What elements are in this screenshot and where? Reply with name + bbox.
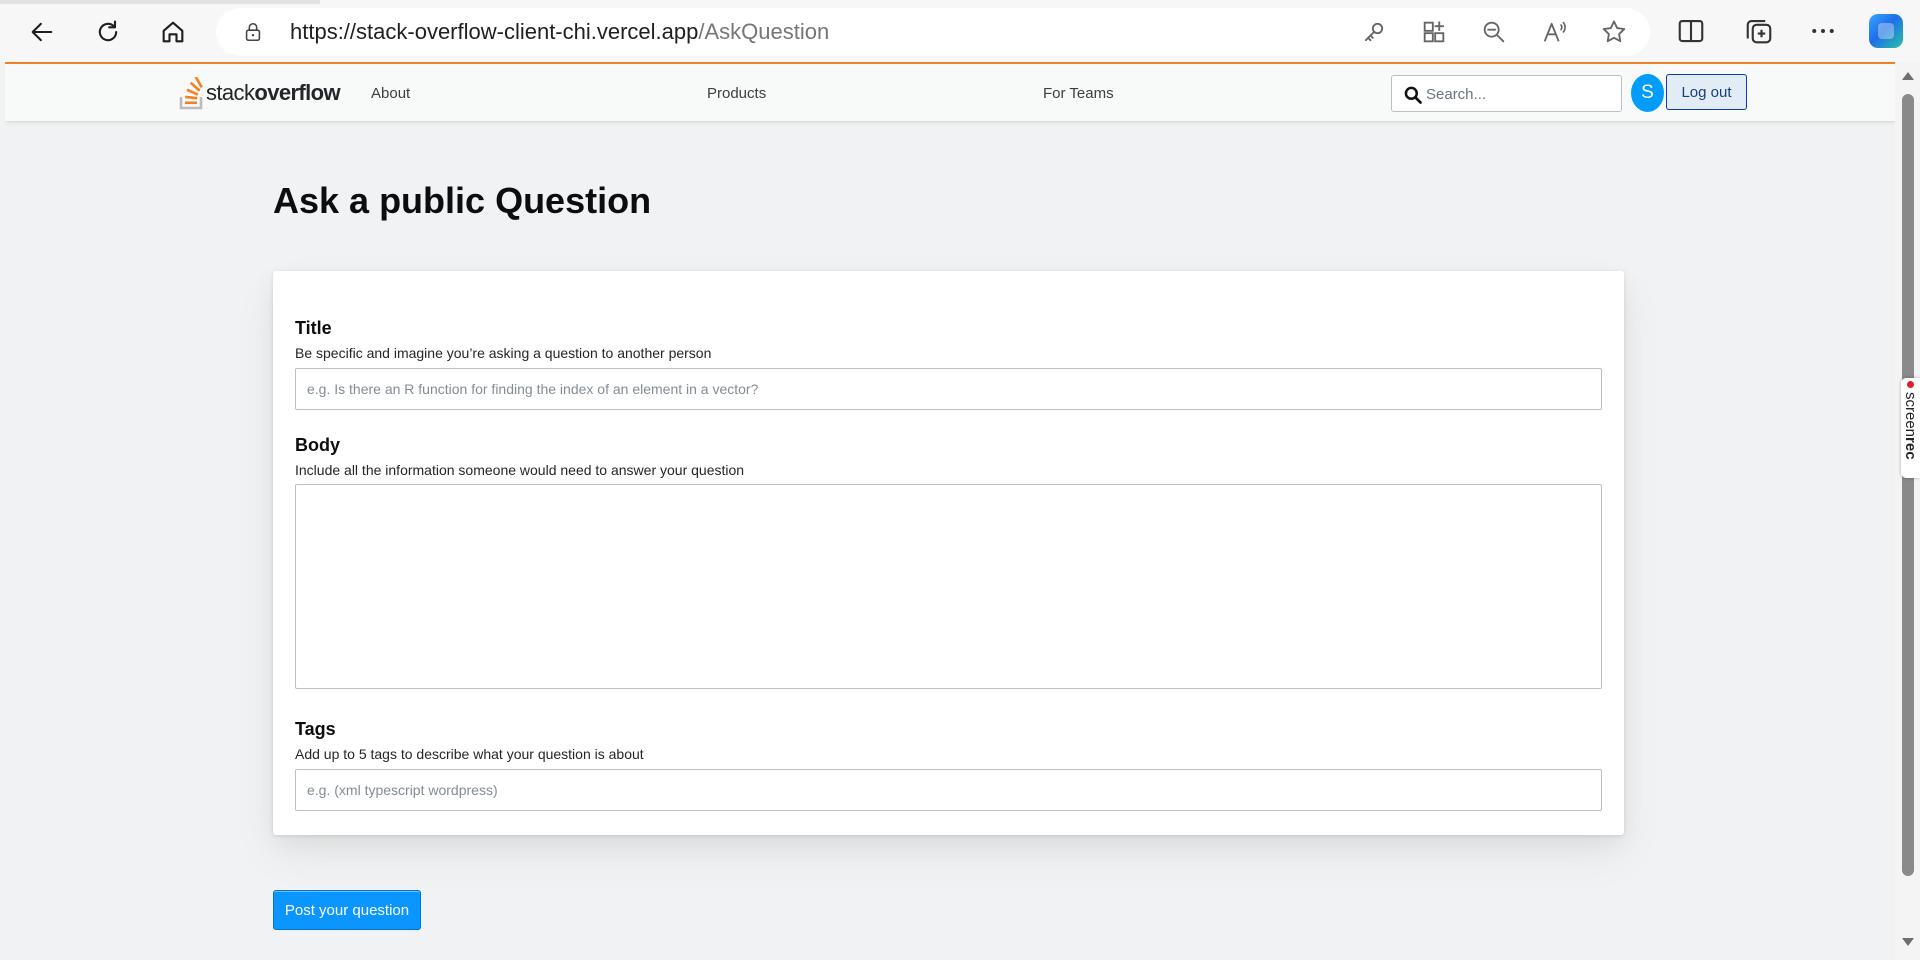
back-icon [31, 22, 53, 42]
tab-strip-edge [0, 0, 320, 4]
key-icon[interactable] [1360, 18, 1388, 46]
page-scrollbar[interactable] [1895, 62, 1920, 960]
screenrec-text: screenrec [1902, 392, 1919, 460]
home-button[interactable] [153, 12, 193, 52]
scroll-up-arrow-icon[interactable] [1902, 72, 1914, 80]
ask-question-form: Title Be specific and imagine you’re ask… [273, 271, 1624, 835]
tags-label: Tags [295, 719, 336, 739]
body-textarea[interactable] [295, 484, 1602, 689]
browser-toolbar: https://stack-overflow-client-chi.vercel… [0, 0, 1920, 62]
logo-wordmark: stackoverflow [206, 80, 341, 106]
title-description: Be specific and imagine you’re asking a … [295, 345, 712, 361]
screenrec-text-bold: rec [1902, 437, 1919, 460]
nav-for-teams[interactable]: For Teams [1043, 85, 1114, 102]
url-text[interactable]: https://stack-overflow-client-chi.vercel… [290, 19, 829, 45]
record-dot-icon [1907, 381, 1914, 388]
page-title: Ask a public Question [273, 180, 652, 221]
nav-about[interactable]: About [371, 85, 410, 102]
url-path: /AskQuestion [698, 19, 830, 44]
title-input[interactable] [295, 368, 1602, 410]
search-box[interactable] [1391, 75, 1622, 112]
search-icon [1404, 86, 1422, 104]
screenrec-watermark[interactable]: screenrec [1901, 378, 1920, 478]
address-bar[interactable]: https://stack-overflow-client-chi.vercel… [216, 8, 1650, 56]
nav-products[interactable]: Products [707, 85, 766, 102]
zoom-out-icon[interactable] [1480, 18, 1508, 46]
avatar[interactable]: S [1631, 74, 1664, 112]
stackoverflow-logo[interactable]: stackoverflow [179, 75, 341, 111]
tags-input[interactable] [295, 769, 1602, 811]
search-input[interactable] [1426, 83, 1616, 105]
body-description: Include all the information someone woul… [295, 462, 745, 478]
site-header: stackoverflow About Products For Teams S… [5, 64, 1895, 121]
logout-button[interactable]: Log out [1666, 74, 1747, 110]
scroll-down-arrow-icon[interactable] [1902, 938, 1914, 946]
body-label: Body [295, 435, 340, 455]
copilot-icon[interactable] [1869, 14, 1903, 48]
lock-icon[interactable] [242, 21, 264, 43]
collections-icon[interactable] [1744, 16, 1774, 46]
refresh-button[interactable] [88, 12, 128, 52]
page-viewport: stackoverflow About Products For Teams S… [5, 62, 1895, 960]
scroll-thumb[interactable] [1902, 94, 1914, 876]
logo-text-stack: stack [206, 80, 255, 105]
read-aloud-icon[interactable] [1540, 18, 1568, 46]
more-icon[interactable] [1808, 16, 1838, 46]
tags-description: Add up to 5 tags to describe what your q… [295, 746, 644, 762]
screenrec-text-light: screen [1902, 392, 1919, 438]
home-icon [162, 21, 184, 43]
url-host: https://stack-overflow-client-chi.vercel… [290, 19, 699, 44]
refresh-icon [98, 20, 118, 42]
apps-icon[interactable] [1420, 18, 1448, 46]
logo-text-overflow: overflow [254, 80, 341, 105]
split-screen-icon[interactable] [1676, 16, 1706, 46]
title-label: Title [295, 318, 332, 338]
post-question-button[interactable]: Post your question [273, 890, 421, 930]
favorite-star-icon[interactable] [1600, 18, 1628, 46]
stack-logo-icon [179, 76, 203, 109]
back-button[interactable] [22, 12, 62, 52]
